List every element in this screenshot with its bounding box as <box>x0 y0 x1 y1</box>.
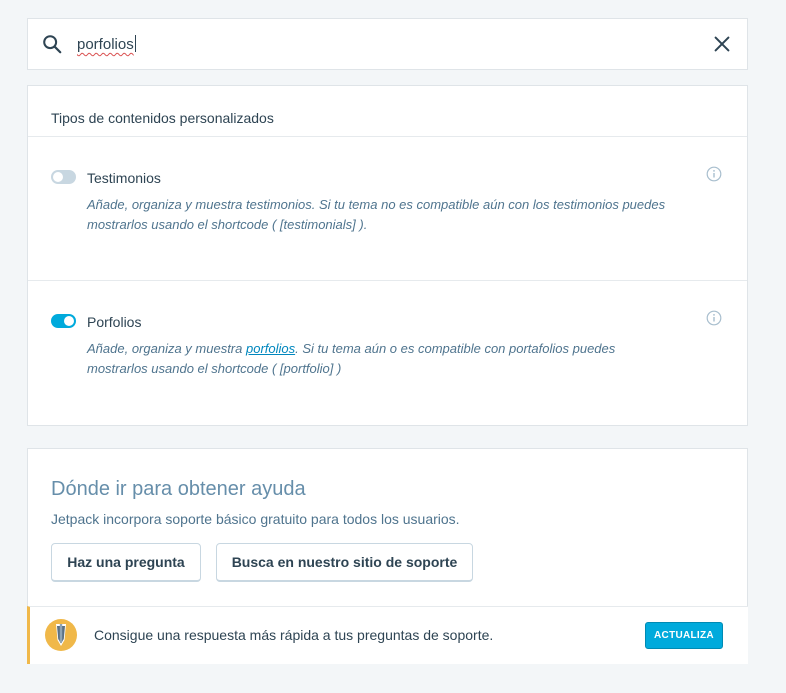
porfolios-link[interactable]: porfolios <box>246 341 295 356</box>
jetpack-support-icon <box>45 619 77 651</box>
porfolios-description: Añade, organiza y muestra porfolios. Si … <box>87 339 667 379</box>
porfolios-toggle[interactable] <box>51 314 76 328</box>
testimonios-title: Testimonios <box>87 170 161 186</box>
testimonios-description: Añade, organiza y muestra testimonios. S… <box>87 197 666 232</box>
search-icon[interactable] <box>41 33 63 55</box>
help-subtitle: Jetpack incorpora soporte básico gratuit… <box>51 511 460 527</box>
notice-text: Consigue una respuesta más rápida a tus … <box>94 627 494 643</box>
upgrade-button[interactable]: ACTUALIZA <box>645 622 723 649</box>
search-query: porfolios <box>77 36 134 53</box>
section-title: Tipos de contenidos personalizados <box>51 110 274 126</box>
ask-question-button[interactable]: Haz una pregunta <box>51 543 201 582</box>
search-support-button[interactable]: Busca en nuestro sitio de soporte <box>216 543 473 582</box>
text-caret <box>134 35 136 52</box>
row-divider <box>28 280 747 281</box>
description-text: Añade, organiza y muestra <box>87 341 246 356</box>
toggle-knob <box>53 172 63 182</box>
porfolios-title: Porfolios <box>87 314 142 330</box>
search-input[interactable]: porfolios <box>77 35 136 53</box>
testimonios-toggle[interactable] <box>51 170 76 184</box>
info-icon[interactable] <box>706 310 722 326</box>
info-icon[interactable] <box>706 166 722 182</box>
help-title: Dónde ir para obtener ayuda <box>51 478 306 500</box>
toggle-knob <box>64 316 74 326</box>
close-icon[interactable] <box>711 33 733 55</box>
